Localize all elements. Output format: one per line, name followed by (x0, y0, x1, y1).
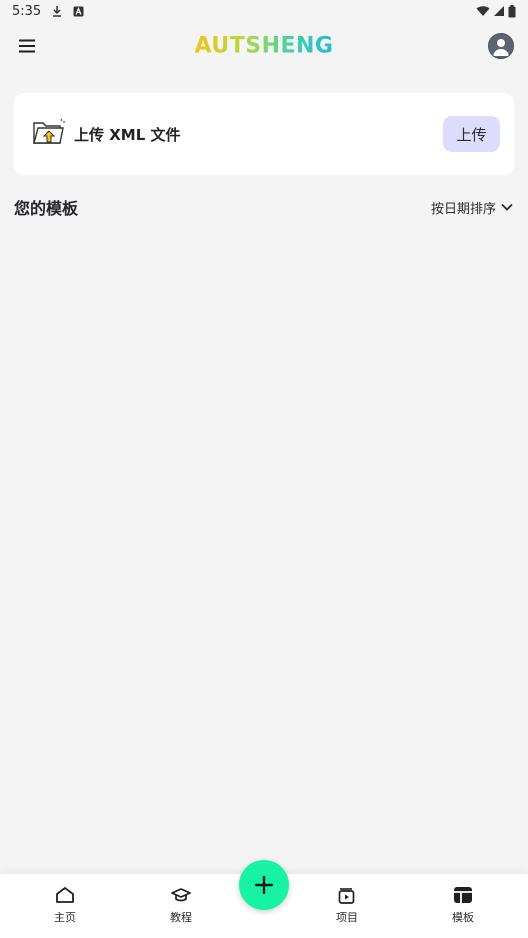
nav-label-projects: 项目 (336, 911, 358, 924)
upload-xml-card[interactable]: 上传 XML 文件 上传 (14, 93, 514, 175)
battery-icon (508, 4, 516, 18)
templates-section-header: 您的模板 按日期排序 (14, 193, 514, 221)
folder-upload-icon (32, 117, 66, 151)
profile-button[interactable] (486, 31, 516, 61)
upload-button[interactable]: 上传 (443, 116, 500, 152)
nav-item-templates[interactable]: 模板 (423, 874, 503, 938)
app-logo: AUTSHENG (194, 33, 334, 59)
menu-button[interactable] (12, 31, 42, 61)
templates-title: 您的模板 (14, 199, 79, 218)
a-badge-icon (73, 6, 84, 17)
video-library-icon (338, 888, 355, 904)
nav-item-projects[interactable]: 项目 (307, 874, 387, 938)
plus-icon (254, 875, 274, 895)
signal-icon (493, 5, 505, 17)
templates-list (14, 230, 514, 850)
chevron-down-icon (501, 203, 513, 211)
top-app-bar: AUTSHENG (0, 24, 528, 68)
app-root: 5:35 AUTSHENG 上传 XML 文件 上传 您的模板 按日期排序 主页… (0, 0, 528, 938)
sort-label: 按日期排序 (430, 201, 496, 217)
nav-label-templates: 模板 (452, 911, 474, 924)
status-bar: 5:35 (0, 0, 528, 22)
upload-xml-label: 上传 XML 文件 (74, 125, 181, 144)
template-icon (454, 887, 472, 903)
graduation-cap-icon (171, 888, 191, 902)
nav-label-home: 主页 (54, 911, 76, 924)
wifi-icon (476, 5, 490, 17)
status-left: 5:35 (12, 4, 84, 19)
nav-item-tutorials[interactable]: 教程 (141, 874, 221, 938)
home-icon (56, 887, 74, 903)
menu-icon (19, 39, 35, 53)
create-fab-button[interactable] (239, 860, 289, 910)
account-icon (488, 33, 514, 59)
sort-dropdown[interactable]: 按日期排序 (431, 198, 514, 217)
nav-label-tutorials: 教程 (170, 911, 192, 924)
status-time: 5:35 (12, 3, 42, 19)
status-right (476, 4, 516, 18)
download-icon (51, 5, 63, 17)
nav-item-home[interactable]: 主页 (25, 874, 105, 938)
